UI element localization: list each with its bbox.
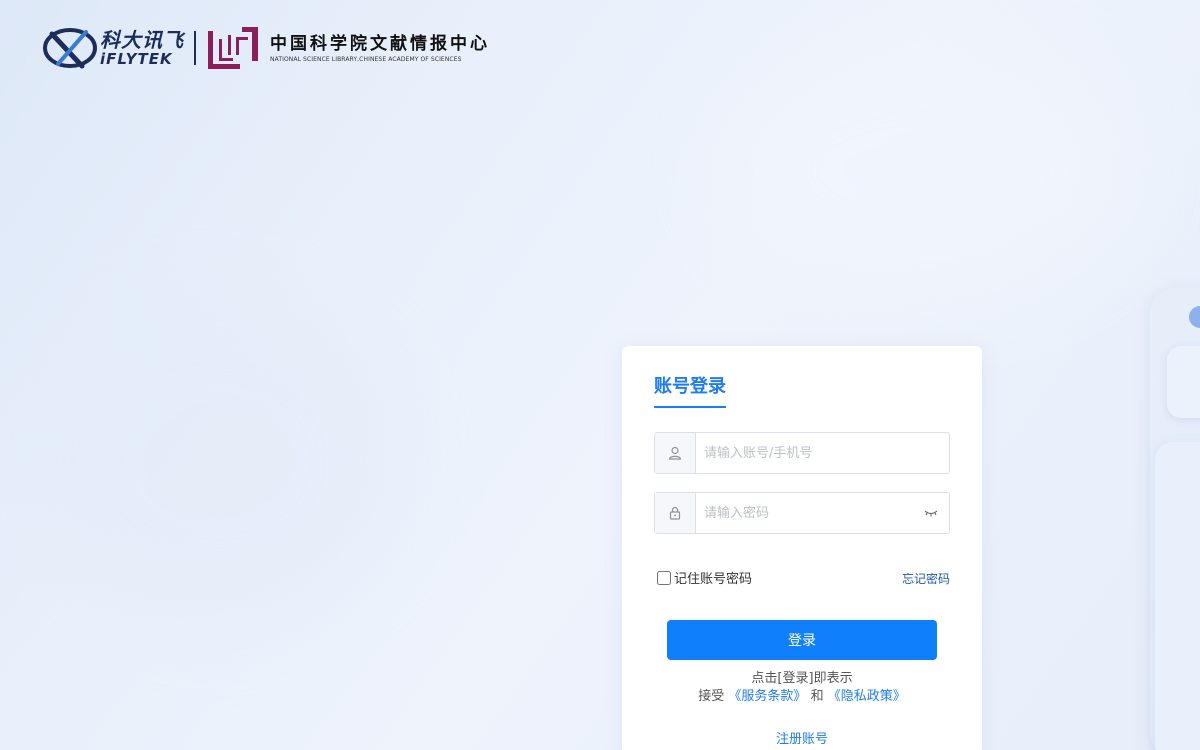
tab-account-login[interactable]: 账号登录 <box>654 372 726 398</box>
register-account-link[interactable]: 注册账号 <box>622 728 982 747</box>
agreement-and: 和 <box>810 689 824 704</box>
password-prefix <box>655 493 696 533</box>
nsl-mark-icon <box>208 27 258 69</box>
iflytek-name-cn: 科大讯飞 <box>100 27 184 52</box>
iflytek-name-en: iFLYTEK <box>100 49 173 68</box>
remember-option[interactable]: 记住账号密码 <box>657 568 752 587</box>
iflytek-logo: 科大讯飞 iFLYTEK <box>42 26 184 70</box>
user-icon <box>668 446 682 460</box>
forgot-password-link[interactable]: 忘记密码 <box>902 570 950 587</box>
username-prefix <box>655 433 696 473</box>
nsl-logo: 中国科学院文献情报中心 NATIONAL SCIENCE LIBRARY,CHI… <box>206 25 490 71</box>
iflytek-mark-icon <box>43 28 97 69</box>
password-field <box>654 492 950 534</box>
password-input[interactable] <box>696 493 913 533</box>
agreement-line2: 接受 《服务条款》 和 《隐私政策》 <box>622 688 982 706</box>
username-field <box>654 432 950 474</box>
decorative-card <box>1155 442 1200 750</box>
eye-closed-icon <box>924 510 938 517</box>
nsl-name-en: NATIONAL SCIENCE LIBRARY,CHINESE ACADEMY… <box>270 55 462 63</box>
agreement-prefix: 接受 <box>698 689 725 704</box>
login-card: 账号登录 记住账号密码 忘记密码 <box>622 346 982 750</box>
remember-label: 记住账号密码 <box>674 572 753 587</box>
lock-icon <box>669 506 681 520</box>
decorative-card <box>1167 346 1200 418</box>
remember-checkbox[interactable] <box>657 570 671 585</box>
agreement-line1: 点击[登录]即表示 <box>751 671 853 686</box>
background-glow <box>40 300 400 620</box>
agreement-text: 点击[登录]即表示 接受 《服务条款》 和 《隐私政策》 <box>622 670 982 706</box>
toggle-password-visibility[interactable] <box>913 493 949 533</box>
terms-of-service-link[interactable]: 《服务条款》 <box>728 689 806 704</box>
header-logos: 科大讯飞 iFLYTEK 中国科学院文献情报中心 NATIONAL SCIENC… <box>42 24 490 72</box>
login-button[interactable]: 登录 <box>667 620 937 660</box>
username-input[interactable] <box>696 433 949 473</box>
background-glow <box>720 40 1140 300</box>
tab-active-indicator <box>654 406 726 408</box>
logo-divider <box>194 31 196 65</box>
nsl-name-cn: 中国科学院文献情报中心 <box>270 33 490 54</box>
privacy-policy-link[interactable]: 《隐私政策》 <box>828 689 906 704</box>
